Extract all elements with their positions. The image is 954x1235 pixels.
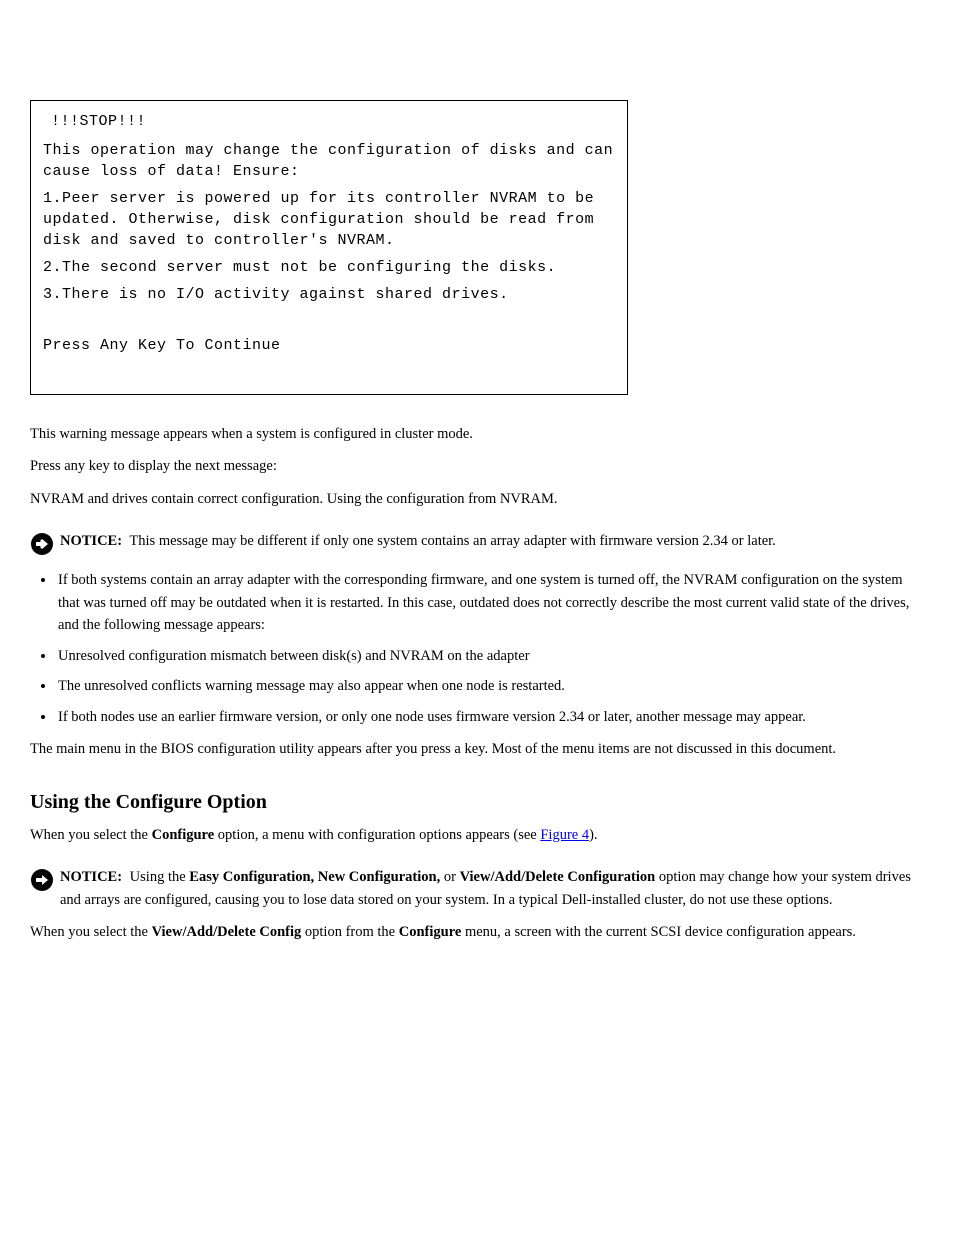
configure-intro-paragraph: When you select the Configure option, a … [30,824,924,846]
after-notice2-bold1: View/Add/Delete Config [152,924,302,940]
notice-2-label: NOTICE: [60,869,122,885]
notice-2: NOTICE: Using the Easy Configuration, Ne… [30,866,924,911]
notice-2-text-b: or [440,869,459,885]
bullet-list: If both systems contain an array adapter… [56,569,924,728]
console-item-2: 2.The second server must not be configur… [43,257,615,278]
configure-subheading: Using the Configure Option [30,791,924,814]
notice-arrow-icon [30,868,54,897]
console-stop-header: !!!STOP!!! [51,111,615,132]
list-item: Unresolved configuration mismatch betwee… [56,645,924,667]
raid-message-paragraph: NVRAM and drives contain correct configu… [30,488,924,510]
console-spacer-bottom [43,362,615,380]
list-item: If both nodes use an earlier firmware ve… [56,706,924,728]
notice-2-text-a: Using the [130,869,190,885]
notice-2-bold2: View/Add/Delete Configuration [460,869,656,885]
console-warning-box: !!!STOP!!! This operation may change the… [30,100,628,395]
console-warning-para: This operation may change the configurat… [43,140,615,182]
after-notice2-c: menu, a screen with the current SCSI dev… [461,924,856,940]
notice-1-text: This message may be different if only on… [129,533,775,549]
list-item: The unresolved conflicts warning message… [56,675,924,697]
configure-intro-b: option, a menu with configuration option… [214,827,540,843]
figure-4-link[interactable]: Figure 4 [540,827,589,843]
warning-intro-paragraph: This warning message appears when a syst… [30,423,924,445]
console-item-1: 1.Peer server is powered up for its cont… [43,188,615,251]
notice-1-label: NOTICE: [60,533,122,549]
notice-2-bold1: Easy Configuration, New Configuration, [189,869,440,885]
after-notice2-a: When you select the [30,924,152,940]
notice-2-paragraph: NOTICE: Using the Easy Configuration, Ne… [60,866,924,911]
press-key-paragraph: Press any key to display the next messag… [30,455,924,477]
notice-1-paragraph: NOTICE: This message may be different if… [60,530,776,552]
list-item: If both systems contain an array adapter… [56,569,924,636]
configure-intro-c: ). [589,827,597,843]
configure-intro-a: When you select the [30,827,152,843]
console-continue-prompt: Press Any Key To Continue [43,335,615,356]
after-notice2-b: option from the [301,924,398,940]
console-spacer [43,311,615,329]
main-menu-paragraph: The main menu in the BIOS configuration … [30,738,924,760]
after-notice-2-paragraph: When you select the View/Add/Delete Conf… [30,921,924,943]
configure-bold: Configure [152,827,215,843]
notice-1: NOTICE: This message may be different if… [30,530,924,561]
console-item-3: 3.There is no I/O activity against share… [43,284,615,305]
after-notice2-bold2: Configure [399,924,462,940]
notice-arrow-icon [30,532,54,561]
